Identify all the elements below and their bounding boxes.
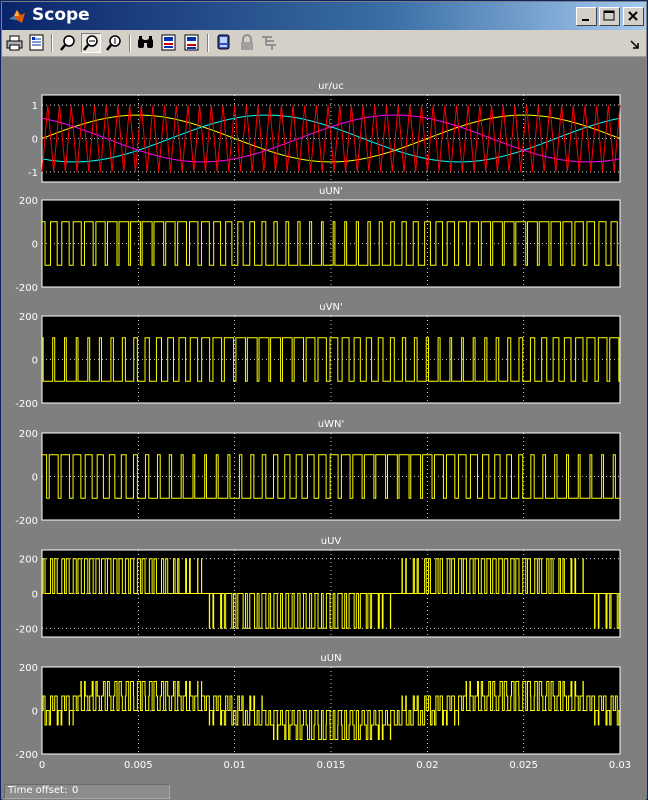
printer-icon xyxy=(6,35,23,51)
x-tick-label: 0.005 xyxy=(124,760,153,771)
window-title: Scope xyxy=(32,5,90,25)
toolbar-separator xyxy=(51,34,53,52)
y-tick-label: 0 xyxy=(32,473,38,484)
time-offset-value: 0 xyxy=(72,785,79,796)
axes-title: uVN' xyxy=(319,302,342,313)
x-tick-label: 0.02 xyxy=(416,760,438,771)
axes-title: ur/uc xyxy=(318,81,344,92)
zoom-y-axis-icon xyxy=(106,35,121,51)
signal-selection-button[interactable] xyxy=(260,33,280,53)
zoom-button[interactable] xyxy=(58,33,78,53)
axes-title: uUN xyxy=(320,653,341,664)
y-tick-label: -200 xyxy=(15,624,38,635)
matlab-logo-icon xyxy=(9,10,25,23)
signal-selection-icon xyxy=(262,36,276,50)
axes-title: uUN' xyxy=(319,186,343,197)
zoom-x-button[interactable] xyxy=(81,33,101,53)
y-tick-label: 0 xyxy=(32,240,38,251)
y-tick-label: 0 xyxy=(32,135,38,146)
floating-scope-button[interactable] xyxy=(214,33,234,53)
maximize-button[interactable] xyxy=(599,7,620,26)
y-tick-label: 0 xyxy=(32,590,38,601)
minimize-button[interactable] xyxy=(576,7,597,26)
dock-arrow-icon xyxy=(630,40,639,49)
save-axes-settings-icon xyxy=(161,34,176,51)
print-button[interactable] xyxy=(5,33,25,53)
y-tick-label: 0 xyxy=(32,707,38,718)
y-tick-label: -200 xyxy=(15,283,38,294)
save-axes-button[interactable] xyxy=(159,33,179,53)
scope-plots[interactable]: ur/uc10-1uUN'2000-200uVN'2000-200uWN'200… xyxy=(2,57,646,783)
zoom-icon xyxy=(60,35,75,51)
y-tick-label: -200 xyxy=(15,516,38,527)
toolbar xyxy=(2,30,646,57)
parameters-button[interactable] xyxy=(27,33,47,53)
toolbar-separator xyxy=(207,34,209,52)
y-tick-label: 1 xyxy=(32,101,38,112)
close-icon xyxy=(628,11,638,21)
lock-icon xyxy=(241,34,253,50)
axes-title: uWN' xyxy=(318,419,344,430)
y-tick-label: -1 xyxy=(28,168,38,179)
autoscale-button[interactable] xyxy=(136,33,156,53)
close-button[interactable] xyxy=(623,7,644,26)
status-bar: Time offset: 0 xyxy=(2,783,646,800)
time-offset-label: Time offset: xyxy=(8,785,68,796)
x-tick-label: 0.025 xyxy=(509,760,538,771)
y-tick-label: -200 xyxy=(15,750,38,761)
toolbar-separator xyxy=(129,34,131,52)
floating-scope-icon xyxy=(217,34,230,50)
zoom-x-axis-icon xyxy=(83,35,98,51)
lock-axes-button[interactable] xyxy=(237,33,257,53)
y-tick-label: -200 xyxy=(15,399,38,410)
axes-1[interactable]: ur/uc 1 0 -1 xyxy=(28,81,621,183)
y-tick-label: 200 xyxy=(19,555,38,566)
axes-3[interactable]: uVN' 200 0 -200 xyxy=(15,302,621,410)
title-bar[interactable]: Scope xyxy=(2,2,646,30)
plot-area: ur/uc 1 0 -1 uUN' 200 0 -200 uVN' 200 0 -200 uWN' 200… xyxy=(2,57,646,783)
x-tick-label: 0.01 xyxy=(224,760,246,771)
y-tick-label: 200 xyxy=(19,429,38,440)
x-tick-label: 0 xyxy=(39,760,45,771)
time-offset-field: Time offset: 0 xyxy=(4,784,170,799)
axes-2[interactable]: uUN' 200 0 -200 xyxy=(15,186,621,294)
y-tick-label: 200 xyxy=(19,312,38,323)
axes-6[interactable]: uUN2000-2000 0.005 0.01 0.015 0.02 0.025 0.03 xyxy=(15,653,631,771)
x-tick-label: 0.015 xyxy=(317,760,346,771)
restore-axes-settings-icon xyxy=(184,34,199,51)
x-tick-label: 0.03 xyxy=(609,760,631,771)
axes-4[interactable]: uWN' 200 0 -200 xyxy=(15,419,621,527)
dock-button[interactable] xyxy=(628,37,642,51)
zoom-y-button[interactable] xyxy=(104,33,124,53)
axes-title: uUV xyxy=(321,536,342,547)
scope-window: Scope ur/uc 1 0 -1 uUN' 200 0 -200 uVN' … xyxy=(0,0,648,800)
binoculars-icon xyxy=(138,36,153,48)
y-tick-label: 200 xyxy=(19,196,38,207)
minimize-icon xyxy=(582,19,589,21)
y-tick-label: 200 xyxy=(19,663,38,674)
y-tick-label: 0 xyxy=(32,356,38,367)
axes-5[interactable]: uUV 200 0 -200 xyxy=(15,536,621,638)
maximize-icon xyxy=(603,10,615,21)
parameters-icon xyxy=(29,34,44,51)
restore-axes-button[interactable] xyxy=(182,33,202,53)
